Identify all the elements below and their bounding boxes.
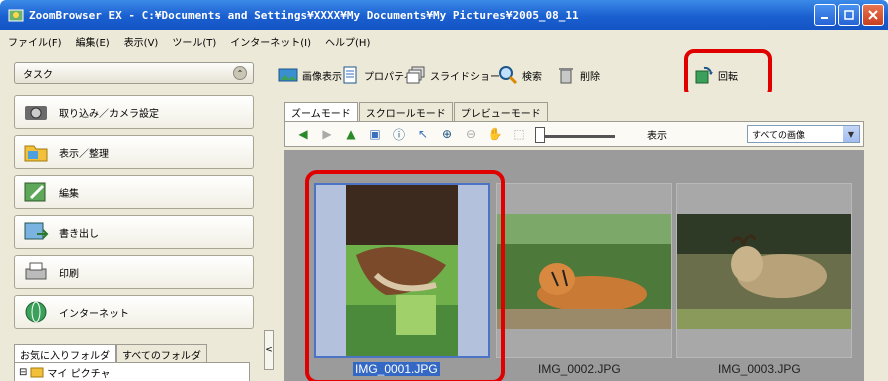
- task-header[interactable]: タスク ⌃: [14, 62, 254, 84]
- select-mode-icon[interactable]: ▣: [367, 127, 383, 141]
- zoom-out-icon[interactable]: ⊖: [463, 127, 479, 141]
- info-icon[interactable]: ⓘ: [391, 126, 407, 143]
- task-label: 編集: [59, 188, 79, 200]
- task-label: 書き出し: [59, 228, 99, 240]
- menu-tools[interactable]: ツール(T): [172, 34, 216, 49]
- expand-icon[interactable]: ⊟: [19, 367, 27, 378]
- camera-icon: [25, 106, 47, 120]
- task-label: インターネット: [59, 308, 129, 320]
- maximize-icon: [844, 10, 854, 20]
- display-label: 表示: [647, 130, 667, 142]
- zoom-in-icon[interactable]: ⊕: [439, 127, 455, 141]
- folder-tabs: お気に入りフォルダ すべてのフォルダ: [14, 344, 207, 362]
- slider-knob[interactable]: [535, 127, 545, 143]
- task-label: 取り込み／カメラ設定: [59, 108, 159, 120]
- properties-button[interactable]: プロパティ: [340, 64, 413, 86]
- task-import-camera[interactable]: 取り込み／カメラ設定: [14, 95, 254, 129]
- collapse-pane-arrow[interactable]: <: [264, 330, 274, 370]
- close-button[interactable]: [862, 4, 884, 26]
- internet-icon: [25, 301, 47, 323]
- title-bar: ZoomBrowser EX - C:¥Documents and Settin…: [0, 0, 888, 30]
- chevron-down-icon[interactable]: ▼: [843, 126, 859, 142]
- window-title: ZoomBrowser EX - C:¥Documents and Settin…: [29, 8, 579, 22]
- up-folder-icon[interactable]: ▲: [343, 127, 359, 141]
- search-icon: [499, 66, 518, 85]
- thumbnail-caption: IMG_0003.JPG: [718, 362, 801, 376]
- task-edit[interactable]: 編集: [14, 175, 254, 209]
- slideshow-icon: [406, 66, 425, 84]
- slider-track: [545, 135, 615, 138]
- view-mode-tabs: ズームモード スクロールモード プレビューモード: [284, 102, 549, 121]
- slideshow-label: スライドショー: [430, 71, 500, 83]
- folder-tree: ⊟ マイ ピクチャ: [14, 362, 250, 381]
- image-view-button[interactable]: 画像表示: [278, 64, 342, 86]
- my-pictures-icon: [30, 367, 44, 378]
- image-view-icon: [278, 68, 298, 82]
- tab-zoom-mode[interactable]: ズームモード: [284, 102, 358, 121]
- display-filter-select[interactable]: すべての画像 ▼: [747, 125, 860, 143]
- menu-help[interactable]: ヘルプ(H): [325, 34, 370, 49]
- menu-file[interactable]: ファイル(F): [8, 34, 62, 49]
- tab-favorite-folders[interactable]: お気に入りフォルダ: [14, 344, 116, 362]
- collapse-icon[interactable]: ⌃: [233, 66, 247, 80]
- display-filter-value: すべての画像: [752, 131, 806, 141]
- edit-icon: [24, 182, 46, 202]
- maximize-button[interactable]: [838, 4, 860, 26]
- thumbnail-image: [677, 214, 851, 329]
- menu-edit[interactable]: 編集(E): [76, 34, 110, 49]
- export-icon: [24, 222, 49, 240]
- slideshow-button[interactable]: スライドショー: [406, 64, 500, 86]
- task-internet[interactable]: インターネット: [14, 295, 254, 329]
- tab-preview-mode[interactable]: プレビューモード: [453, 102, 548, 121]
- menu-view[interactable]: 表示(V): [124, 34, 159, 49]
- search-button[interactable]: 検索: [498, 64, 542, 86]
- task-export[interactable]: 書き出し: [14, 215, 254, 249]
- tab-scroll-mode[interactable]: スクロールモード: [358, 102, 453, 121]
- task-pane: タスク ⌃ 取り込み／カメラ設定 表示／整理 編集 書き出し 印刷 インターネッ…: [0, 52, 262, 381]
- selection-highlight: [305, 170, 505, 381]
- pointer-icon[interactable]: ↖: [415, 127, 431, 141]
- app-icon: [8, 9, 24, 22]
- task-label: 印刷: [59, 268, 79, 280]
- folder-root[interactable]: マイ ピクチャ: [47, 365, 110, 380]
- back-arrow-icon[interactable]: ◀: [295, 127, 311, 141]
- close-icon: [868, 10, 878, 20]
- minimize-button[interactable]: [814, 4, 836, 26]
- task-label: 表示／整理: [59, 148, 109, 160]
- task-print[interactable]: 印刷: [14, 255, 254, 289]
- forward-arrow-icon[interactable]: ▶: [319, 127, 335, 141]
- thumbnail-item[interactable]: [676, 183, 852, 358]
- main-toolbar: 画像表示 プロパティ スライドショー 検索 削除 回転: [276, 52, 888, 92]
- hand-icon[interactable]: ✋: [487, 127, 503, 141]
- trash-icon: [559, 68, 573, 84]
- menu-internet[interactable]: インターネット(I): [230, 34, 311, 49]
- task-view-organize[interactable]: 表示／整理: [14, 135, 254, 169]
- thumbnail-caption: IMG_0002.JPG: [538, 362, 621, 376]
- folder-icon: [24, 145, 48, 162]
- delete-label: 削除: [580, 71, 600, 83]
- task-header-label: タスク: [23, 69, 53, 81]
- printer-icon: [25, 262, 47, 280]
- properties-icon: [343, 66, 357, 84]
- thumbnail-image: [497, 214, 671, 329]
- fit-icon[interactable]: ⬚: [511, 127, 527, 141]
- thumbnail-item[interactable]: [496, 183, 672, 358]
- delete-button[interactable]: 削除: [556, 64, 600, 86]
- search-label: 検索: [522, 71, 542, 83]
- thumbnail-size-slider[interactable]: [535, 127, 615, 143]
- tab-all-folders[interactable]: すべてのフォルダ: [116, 344, 207, 362]
- image-view-label: 画像表示: [302, 71, 342, 83]
- minimize-icon: [821, 17, 828, 19]
